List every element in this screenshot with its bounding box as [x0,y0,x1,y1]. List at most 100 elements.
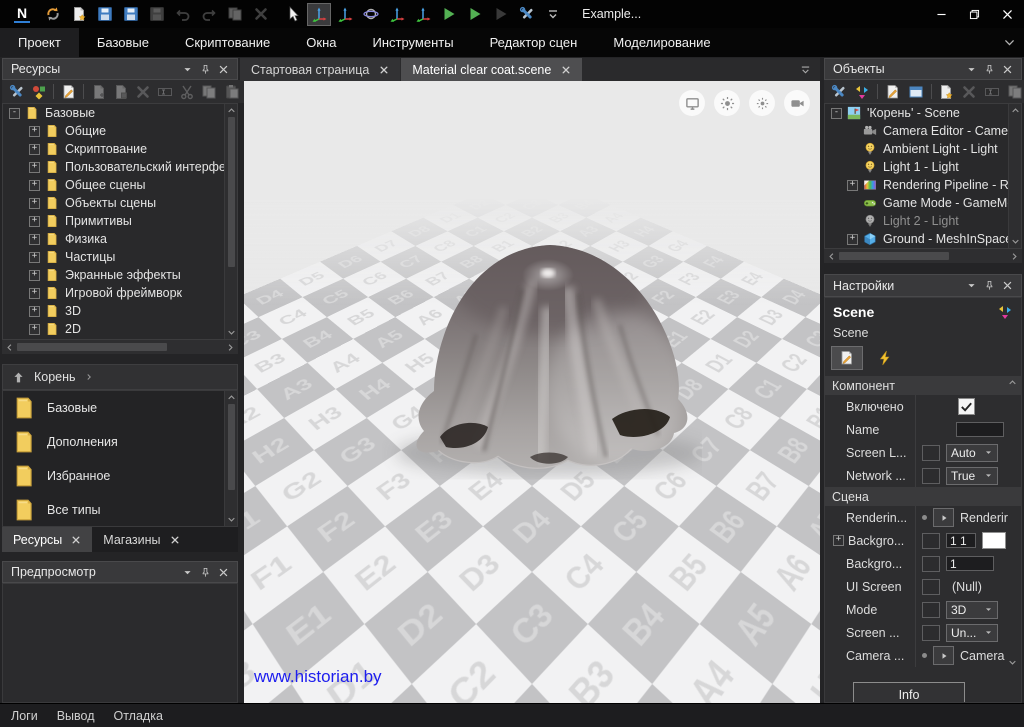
panel-menu-icon[interactable] [966,64,977,75]
panel-menu-icon[interactable] [966,280,977,291]
select-arrow-button[interactable] [281,3,305,26]
new-resource-button[interactable] [936,82,956,102]
minimize-button[interactable] [925,0,958,28]
text-input[interactable] [956,422,1004,437]
breadcrumb-chevron-icon[interactable] [85,373,93,381]
reset-button[interactable] [922,533,940,549]
expander-icon[interactable]: + [29,126,40,137]
close-button[interactable] [991,0,1024,28]
folder-list-vscrollbar[interactable] [224,391,237,526]
cut-button[interactable] [178,82,197,102]
property-row[interactable]: +Backgro...1 1 [825,529,1021,552]
close-icon[interactable] [218,64,229,75]
statusbar-item-Отладка[interactable]: Отладка [114,709,163,723]
expand-reference-button[interactable] [933,646,954,665]
tree-item[interactable]: +Игровой фреймворк [3,284,237,302]
folder-item[interactable]: Дополнения [3,425,237,459]
property-row[interactable]: Renderin...Renderir [825,506,1021,529]
delete-button[interactable] [133,82,152,102]
orbit-button[interactable] [359,3,383,26]
object-tree-item[interactable]: +Rendering Pipeline - Rer [825,176,1021,194]
expander-icon[interactable]: + [847,234,858,245]
object-tree-item[interactable]: Ambient Light - Light [825,140,1021,158]
reset-button[interactable] [922,602,940,618]
menu-item-Окна[interactable]: Окна [288,28,354,57]
transform-gizmo-button[interactable] [411,3,435,26]
color-value-input[interactable]: 1 1 [946,533,976,548]
edit-button[interactable] [883,82,903,102]
reset-button[interactable] [922,625,940,641]
expander-icon[interactable]: + [833,535,844,546]
property-row[interactable]: UI Screen(Null) [825,575,1021,598]
expander-icon[interactable]: + [29,144,40,155]
scroll-down-icon[interactable] [1011,237,1020,246]
dock-tab-Магазины[interactable]: Магазины [92,527,190,552]
rename-button[interactable] [156,82,175,102]
overflow-button[interactable] [541,3,565,26]
camcorder-button[interactable] [784,90,810,116]
app-logo[interactable]: N [14,6,30,23]
info-button[interactable]: Info [853,682,965,703]
reset-button[interactable] [922,468,940,484]
objects-tree-hscrollbar[interactable] [824,249,1022,263]
tree-item[interactable]: +Пользовательский интерфейс [3,158,237,176]
pin-icon[interactable] [984,64,995,75]
dock-tab-Ресурсы[interactable]: Ресурсы [2,527,92,552]
rename-button[interactable] [982,82,1002,102]
tree-item[interactable]: +3D [3,302,237,320]
dropdown[interactable]: Un... [946,624,998,642]
text-input[interactable]: 1 [946,556,994,571]
pin-icon[interactable] [984,280,995,291]
menu-item-Инструменты[interactable]: Инструменты [355,28,472,57]
folder-item[interactable]: Все типы [3,493,237,527]
property-row[interactable]: Backgro...1 [825,552,1021,575]
property-row[interactable]: Name [825,418,1021,441]
tree-item[interactable]: +Общее сцены [3,176,237,194]
reset-button[interactable] [922,556,940,572]
scroll-right-icon[interactable] [226,343,235,352]
dropdown[interactable]: 3D [946,601,998,619]
tree-item[interactable]: +Частицы [3,248,237,266]
display-button[interactable] [679,90,705,116]
rotate-gizmo-button[interactable] [333,3,357,26]
expander-icon[interactable]: + [29,180,40,191]
scroll-down-icon[interactable] [1008,658,1017,667]
transform-arrows-button[interactable] [852,82,872,102]
play-disabled-button[interactable] [489,3,513,26]
panel-menu-icon[interactable] [182,64,193,75]
property-row[interactable]: Camera ...Camera [825,644,1021,667]
object-tree-item[interactable]: +Ground - MeshInSpace [825,230,1021,248]
checkbox[interactable] [958,398,975,415]
save-button[interactable] [93,3,117,26]
dropdown[interactable]: Auto [946,444,998,462]
property-row[interactable]: Screen L...Auto [825,441,1021,464]
tab-events[interactable] [869,346,901,370]
scroll-left-icon[interactable] [827,252,836,261]
duplicate-button[interactable] [1005,82,1024,102]
save-copy-button[interactable] [119,3,143,26]
delete-button[interactable] [959,82,979,102]
tree-item[interactable]: +Объекты сцены [3,194,237,212]
new-doc-button[interactable] [89,82,108,102]
color-swatch[interactable] [982,532,1006,549]
duplicate-button[interactable] [223,3,247,26]
scene-viewport[interactable]: D1D2D3D4D5D6D7D8D1D2D3D4D5D6D7D8D1D2D3D4… [244,81,820,703]
panel-menu-icon[interactable] [182,567,193,578]
sun-button[interactable] [714,90,740,116]
sync-button[interactable] [41,3,65,26]
move-gizmo-button[interactable] [307,3,331,26]
settings-vscrollbar[interactable] [1006,376,1019,669]
property-row[interactable]: Screen ...Un... [825,621,1021,644]
expander-icon[interactable]: + [847,180,858,191]
statusbar-item-Логи[interactable]: Логи [11,709,38,723]
scroll-down-icon[interactable] [227,515,236,524]
reset-button[interactable] [922,445,940,461]
tree-item[interactable]: +2D [3,320,237,338]
tab-close-icon[interactable] [561,65,571,75]
tools-button[interactable] [7,82,26,102]
scroll-up-icon[interactable] [1008,378,1017,387]
scroll-left-icon[interactable] [5,343,14,352]
delete-button[interactable] [249,3,273,26]
expand-reference-button[interactable] [933,508,954,527]
tab-list-button[interactable] [799,58,820,81]
